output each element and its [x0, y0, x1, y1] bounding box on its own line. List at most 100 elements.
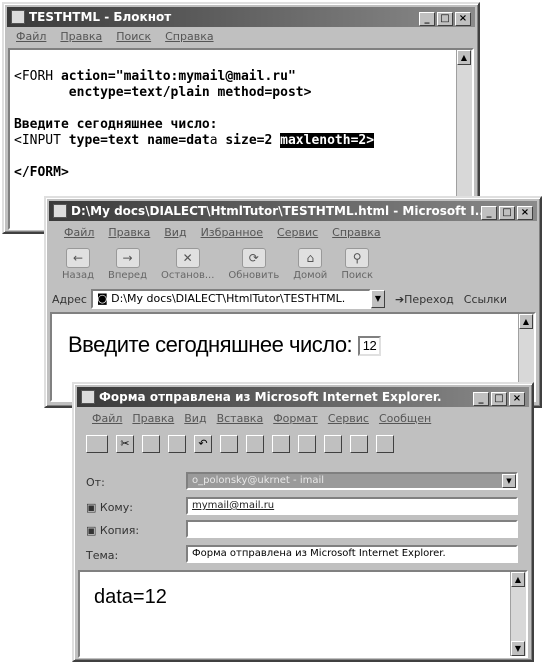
menu-file[interactable]: Файл	[92, 410, 122, 428]
menu-edit[interactable]: Правка	[132, 410, 174, 428]
mail-title: Форма отправлена из Microsoft Internet E…	[99, 390, 442, 404]
address-book-icon: ▣	[86, 524, 100, 537]
cut-icon[interactable]: ✂	[116, 435, 134, 453]
code-line: enctype=text/plain method=post>	[68, 85, 312, 100]
copy-icon[interactable]	[142, 435, 160, 453]
address-label: Адрес	[52, 292, 87, 306]
scroll-up-arrow-icon[interactable]: ▲	[511, 572, 525, 587]
ie-app-icon	[53, 204, 67, 218]
mail-titlebar[interactable]: Форма отправлена из Microsoft Internet E…	[77, 387, 529, 407]
mail-toolbar: ✂ ↶	[86, 432, 394, 456]
links-button[interactable]: Ссылки	[464, 293, 507, 306]
notepad-titlebar[interactable]: TESTHTML - Блокнот _ □ ×	[7, 7, 475, 27]
message-body[interactable]: data=12 ▲ ▼	[78, 570, 528, 658]
search-icon: ⚲	[345, 247, 370, 268]
body-text: data=12	[94, 586, 167, 608]
sign-icon[interactable]	[324, 435, 342, 453]
menu-edit[interactable]: Правка	[60, 28, 102, 46]
menu-insert[interactable]: Вставка	[217, 410, 264, 428]
selected-text: maxlenoth=2>	[280, 133, 375, 148]
stop-button[interactable]: ✕ Останов...	[161, 247, 214, 281]
notepad-menubar: Файл Правка Поиск Справка	[8, 28, 474, 46]
notepad-code: <FORH action="mailto:mymail@mail.ru" enc…	[10, 50, 472, 216]
cc-label[interactable]: ▣ Копия:	[86, 524, 139, 537]
menu-file[interactable]: Файл	[16, 28, 46, 46]
menu-tools[interactable]: Сервис	[328, 410, 369, 428]
cc-field[interactable]	[186, 520, 518, 538]
send-icon[interactable]	[86, 435, 108, 453]
search-button[interactable]: ⚲ Поиск	[341, 247, 373, 281]
from-field[interactable]: o_polonsky@ukrnet - imail	[186, 472, 518, 490]
forward-button[interactable]: → Вперед	[108, 247, 147, 281]
minimize-button[interactable]: _	[481, 206, 497, 220]
browser-window: D:\My docs\DIALECT\HtmlTutor\TESTHTML.ht…	[44, 196, 542, 408]
attach-icon[interactable]	[272, 435, 290, 453]
refresh-icon: ⟳	[241, 247, 266, 268]
maximize-button[interactable]: □	[499, 206, 515, 220]
maximize-button[interactable]: □	[437, 12, 453, 26]
back-button[interactable]: ← Назад	[62, 247, 94, 281]
to-field[interactable]: mymail@mail.ru	[186, 497, 518, 515]
menu-format[interactable]: Формат	[273, 410, 318, 428]
priority-icon[interactable]	[298, 435, 316, 453]
refresh-button[interactable]: ⟳ Обновить	[228, 247, 279, 281]
menu-help[interactable]: Справка	[332, 224, 380, 242]
stop-icon: ✕	[175, 247, 200, 268]
form-prompt: Введите сегодняшнее число:	[68, 332, 353, 357]
maximize-button[interactable]: □	[491, 392, 507, 406]
close-button[interactable]: ×	[455, 12, 471, 26]
check-names-icon[interactable]	[220, 435, 238, 453]
offline-icon[interactable]	[376, 435, 394, 453]
menu-search[interactable]: Поиск	[116, 28, 151, 46]
scroll-up-arrow-icon[interactable]: ▲	[519, 314, 533, 329]
minimize-button[interactable]: _	[419, 12, 435, 26]
go-button[interactable]: ➔Переход	[395, 293, 454, 306]
scroll-up-arrow-icon[interactable]: ▲	[457, 50, 471, 65]
notepad-title: TESTHTML - Блокнот	[29, 10, 172, 24]
menu-file[interactable]: Файл	[64, 224, 94, 242]
encrypt-icon[interactable]	[350, 435, 368, 453]
body-scrollbar[interactable]: ▲ ▼	[510, 572, 526, 656]
browser-title: D:\My docs\DIALECT\HtmlTutor\TESTHTML.ht…	[71, 204, 489, 218]
forward-arrow-icon: →	[115, 247, 140, 268]
menu-tools[interactable]: Сервис	[277, 224, 318, 242]
subject-label: Тема:	[86, 549, 119, 562]
spelling-icon[interactable]	[246, 435, 264, 453]
mail-app-icon	[81, 390, 95, 404]
mail-menubar: Файл Правка Вид Вставка Формат Сервис Со…	[84, 410, 528, 428]
mail-window: Форма отправлена из Microsoft Internet E…	[72, 382, 534, 662]
menu-favorites[interactable]: Избранное	[201, 224, 263, 242]
menu-message[interactable]: Сообщен	[379, 410, 431, 428]
go-arrow-icon: ➔	[394, 292, 405, 306]
from-dropdown-button[interactable]: ▼	[502, 474, 516, 488]
browser-titlebar[interactable]: D:\My docs\DIALECT\HtmlTutor\TESTHTML.ht…	[49, 201, 537, 221]
code-line: <FORH action="mailto:mymail@mail.ru"	[14, 69, 296, 84]
menu-edit[interactable]: Правка	[108, 224, 150, 242]
address-book-icon: ▣	[86, 501, 100, 514]
address-bar: Адрес ◙ D:\My docs\DIALECT\HtmlTutor\TES…	[52, 288, 534, 310]
close-button[interactable]: ×	[517, 206, 533, 220]
code-line: <INPUT type=text name=data size=2 maxlen…	[14, 133, 375, 148]
menu-help[interactable]: Справка	[165, 28, 213, 46]
code-line: Введите сегодняшнее число:	[14, 117, 218, 132]
to-label[interactable]: ▣ Кому:	[86, 501, 133, 514]
form-prompt-row: Введите сегодняшнее число: 12	[68, 332, 382, 358]
address-dropdown-button[interactable]: ▼	[370, 290, 385, 308]
code-line: </FORM>	[14, 165, 69, 180]
menu-view[interactable]: Вид	[184, 410, 206, 428]
minimize-button[interactable]: _	[473, 392, 489, 406]
home-button[interactable]: ⌂ Домой	[293, 247, 327, 281]
subject-field[interactable]: Форма отправлена из Microsoft Internet E…	[186, 545, 518, 563]
scroll-down-arrow-icon[interactable]: ▼	[511, 641, 525, 656]
back-arrow-icon: ←	[66, 247, 90, 268]
date-input[interactable]: 12	[357, 336, 382, 357]
menu-view[interactable]: Вид	[164, 224, 186, 242]
address-input[interactable]: ◙ D:\My docs\DIALECT\HtmlTutor\TESTHTML.	[90, 289, 371, 309]
undo-icon[interactable]: ↶	[194, 435, 212, 453]
paste-icon[interactable]	[168, 435, 186, 453]
home-icon: ⌂	[298, 247, 323, 268]
close-button[interactable]: ×	[509, 392, 525, 406]
from-label: От:	[86, 476, 105, 489]
